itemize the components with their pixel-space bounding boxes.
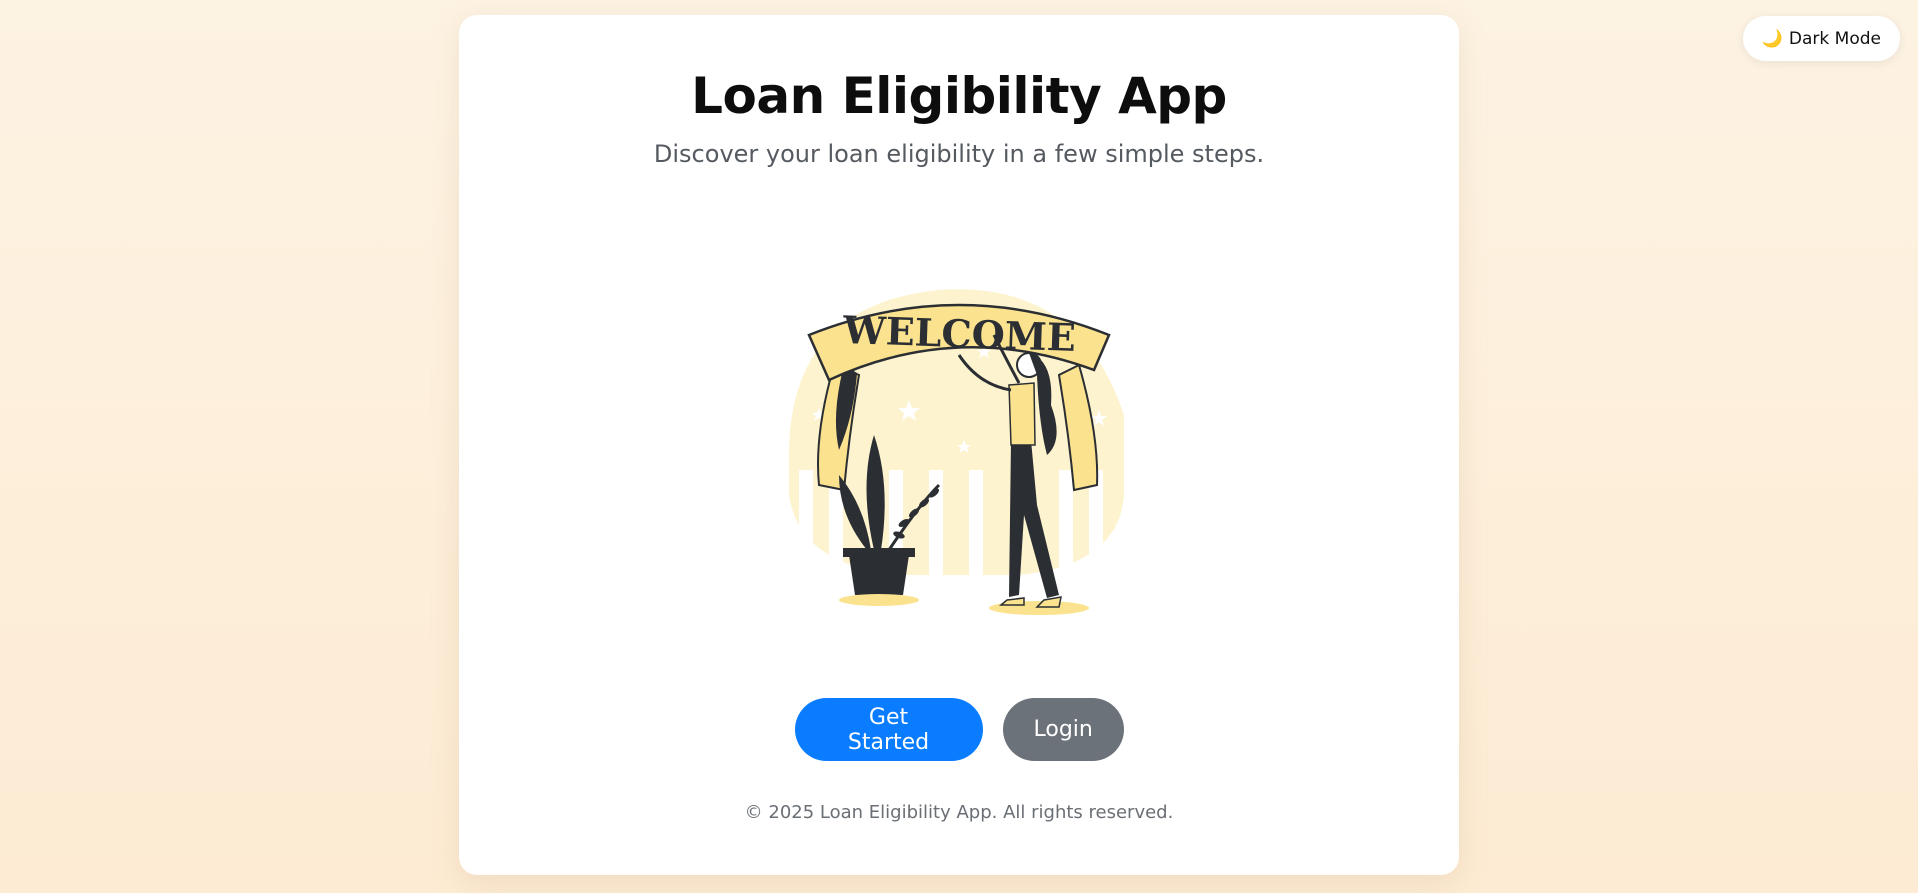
dark-mode-toggle[interactable]: 🌙 Dark Mode	[1742, 16, 1900, 61]
page-subtitle: Discover your loan eligibility in a few …	[653, 140, 1265, 168]
moon-icon: 🌙	[1761, 28, 1783, 49]
page-title: Loan Eligibility App	[691, 67, 1227, 125]
get-started-button[interactable]: Get Started	[794, 698, 983, 761]
banner-text: WELCOME	[841, 307, 1076, 360]
dark-mode-label: Dark Mode	[1788, 28, 1881, 49]
footer-copyright: © 2025 Loan Eligibility App. All rights …	[744, 802, 1174, 823]
login-button[interactable]: Login	[1002, 698, 1124, 761]
welcome-illustration: WELCOME	[779, 265, 1139, 615]
welcome-card: Loan Eligibility App Discover your loan …	[459, 15, 1459, 875]
action-buttons: Get Started Login	[459, 698, 1459, 761]
